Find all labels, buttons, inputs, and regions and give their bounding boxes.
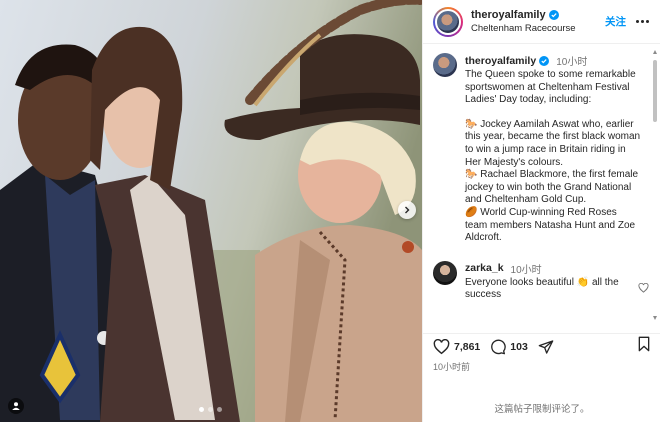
carousel-indicator bbox=[199, 407, 222, 412]
verified-badge-icon bbox=[548, 10, 559, 20]
account-username[interactable]: theroyalfamily bbox=[471, 9, 546, 21]
more-options-icon[interactable] bbox=[636, 19, 650, 24]
comments-scrollbar[interactable] bbox=[653, 50, 658, 320]
account-avatar[interactable] bbox=[433, 6, 463, 37]
caption-row: theroyalfamily 10小时 The Queen spoke to s… bbox=[433, 53, 651, 245]
comment-username[interactable]: zarka_k bbox=[465, 262, 504, 274]
caption-username[interactable]: theroyalfamily bbox=[465, 55, 536, 67]
scrollbar-thumb[interactable] bbox=[653, 60, 657, 122]
follow-button[interactable]: 关注 bbox=[605, 14, 626, 29]
like-button[interactable]: 7,861 bbox=[433, 338, 481, 355]
verified-badge-icon bbox=[539, 55, 550, 66]
comment-icon bbox=[491, 339, 507, 354]
action-bar: 7,861 103 bbox=[423, 333, 660, 359]
comments-limited-notice: 这篇帖子限制评论了。 bbox=[494, 404, 590, 415]
share-icon bbox=[538, 339, 554, 354]
like-count: 7,861 bbox=[454, 340, 481, 353]
post-header: theroyalfamily Cheltenham Racecourse 关注 bbox=[423, 0, 660, 44]
comment-time: 10小时 bbox=[510, 264, 542, 276]
tagged-user-icon bbox=[12, 402, 20, 410]
carousel-dot bbox=[208, 407, 213, 412]
comment-count: 103 bbox=[510, 340, 528, 353]
post-photo[interactable] bbox=[0, 0, 422, 422]
post-sidebar: theroyalfamily Cheltenham Racecourse 关注 … bbox=[422, 0, 660, 422]
carousel-dot bbox=[199, 407, 204, 412]
comment-item: zarka_k 10小时 Everyone looks beautiful 👏 … bbox=[433, 260, 651, 302]
carousel-next-button[interactable] bbox=[398, 201, 416, 219]
post-photo-illustration bbox=[0, 0, 422, 422]
caption-gap bbox=[465, 107, 641, 119]
avatar[interactable] bbox=[433, 260, 457, 285]
comments-panel[interactable]: theroyalfamily 10小时 The Queen spoke to s… bbox=[423, 45, 660, 329]
comment-button[interactable]: 103 bbox=[490, 339, 528, 355]
post-time[interactable]: 10小时前 bbox=[433, 360, 470, 373]
scroll-down-arrow[interactable] bbox=[653, 316, 657, 320]
avatar[interactable] bbox=[433, 53, 457, 77]
caption-paragraph: 🏉 World Cup-winning Red Roses team membe… bbox=[465, 206, 636, 244]
bookmark-icon bbox=[638, 336, 650, 352]
share-button[interactable] bbox=[538, 339, 554, 355]
carousel-dot bbox=[217, 407, 222, 412]
caption-time: 10小时 bbox=[556, 57, 588, 68]
caption-paragraph: 🐎 Rachael Blackmore, the first female jo… bbox=[465, 169, 639, 206]
post-location[interactable]: Cheltenham Racecourse bbox=[471, 23, 605, 34]
next-arrow-icon bbox=[405, 206, 410, 214]
caption-paragraph: The Queen spoke to some remarkable sport… bbox=[465, 69, 636, 106]
comment-text: Everyone looks beautiful 👏 all the succe… bbox=[465, 276, 619, 301]
tagged-users-button[interactable] bbox=[8, 398, 24, 414]
heart-icon bbox=[433, 338, 450, 354]
scroll-up-arrow[interactable] bbox=[653, 50, 657, 54]
post-caption: The Queen spoke to some remarkable sport… bbox=[465, 69, 641, 245]
save-button[interactable] bbox=[637, 336, 651, 357]
caption-paragraph: 🐎 Jockey Aamilah Aswat who, earlier this… bbox=[465, 118, 641, 168]
comment-like-heart-icon[interactable] bbox=[638, 282, 649, 293]
